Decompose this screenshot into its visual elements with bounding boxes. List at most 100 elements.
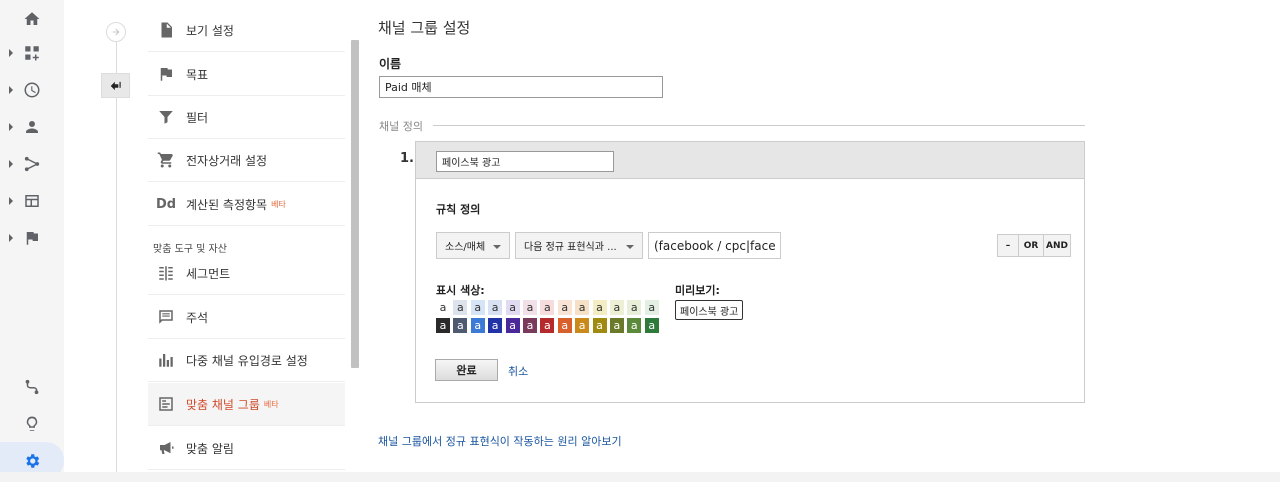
menu-item-calculated-metrics[interactable]: Dd 계산된 측정항목 베타 — [148, 183, 345, 226]
light-color-swatch[interactable]: a — [436, 300, 450, 315]
menu-item-custom-channel-groups[interactable]: 맞춤 채널 그룹 베타 — [148, 383, 345, 426]
swatch-row-light: aaaaaaaaaaaaa — [436, 300, 666, 315]
nav-conversions[interactable] — [0, 219, 64, 256]
behavior-icon — [25, 194, 39, 207]
dark-color-swatch[interactable]: a — [488, 318, 503, 333]
route-icon — [25, 379, 39, 394]
dark-color-swatch[interactable]: a — [609, 318, 624, 333]
expand-caret-icon — [9, 196, 13, 205]
dd-icon: Dd — [155, 196, 177, 212]
match-type-dropdown-value: 다음 정규 표현식과 ... — [524, 242, 617, 253]
flag-icon — [160, 68, 172, 81]
rule-button-group: – OR AND — [997, 234, 1071, 257]
menu-item-label: 필터 — [186, 110, 209, 125]
cancel-link[interactable]: 취소 — [508, 363, 528, 379]
expand-caret-icon — [9, 48, 13, 57]
menu-item-segments[interactable]: 세그먼트 — [148, 252, 345, 295]
light-color-swatch[interactable]: a — [453, 300, 468, 315]
dark-color-swatch[interactable]: a — [575, 318, 590, 333]
menu-item-mcf-settings[interactable]: 다중 채널 유입경로 설정 — [148, 339, 345, 382]
menu-item-label: 맞춤 채널 그룹 — [186, 397, 260, 412]
menu-item-label: 주석 — [186, 310, 209, 325]
dashboard-icon — [25, 45, 39, 60]
nav-home[interactable] — [0, 0, 64, 37]
beta-badge: 베타 — [263, 399, 279, 409]
light-color-swatch[interactable]: a — [505, 300, 520, 315]
preview-chip: 페이스북 광고 — [675, 300, 744, 320]
remove-rule-button[interactable]: – — [997, 234, 1019, 257]
light-color-swatch[interactable]: a — [488, 300, 503, 315]
light-color-swatch[interactable]: a — [540, 300, 555, 315]
and-button[interactable]: AND — [1044, 234, 1071, 257]
nav-realtime[interactable] — [0, 71, 64, 108]
page-title: 채널 그룹 설정 — [378, 19, 471, 37]
rule-definition-label: 규칙 정의 — [436, 203, 481, 216]
acquisition-icon — [24, 156, 40, 171]
light-color-swatch[interactable]: a — [609, 300, 624, 315]
dark-color-swatch[interactable]: a — [557, 318, 572, 333]
arrow-right-icon — [112, 28, 120, 36]
back-button[interactable] — [101, 73, 130, 98]
nav-acquisition[interactable] — [0, 145, 64, 182]
nav-behavior[interactable] — [0, 182, 64, 219]
menu-item-label: 목표 — [186, 67, 209, 82]
dark-color-swatch[interactable]: a — [453, 318, 468, 333]
light-color-swatch[interactable]: a — [644, 300, 659, 315]
menu-item-label: 보기 설정 — [186, 23, 234, 38]
channel-number: 1. — [400, 151, 414, 166]
nav-discover[interactable] — [0, 405, 64, 442]
admin-scrollbar[interactable] — [351, 40, 359, 368]
light-color-swatch[interactable]: a — [627, 300, 642, 315]
preview-label: 미리보기: — [675, 284, 720, 297]
channel-definition-label: 채널 정의 — [379, 120, 423, 133]
regex-input[interactable] — [648, 232, 781, 259]
expand-caret-icon — [9, 233, 13, 242]
menu-item-label: 계산된 측정항목 — [186, 197, 268, 212]
menu-item-label: 전자상거래 설정 — [186, 153, 268, 168]
match-type-dropdown[interactable]: 다음 정규 표현식과 ... — [515, 232, 643, 259]
dimension-dropdown[interactable]: 소스/매체 — [436, 232, 510, 259]
light-color-swatch[interactable]: a — [592, 300, 607, 315]
dark-color-swatch[interactable]: a — [470, 318, 485, 333]
nav-audience[interactable] — [0, 108, 64, 145]
document-icon — [161, 22, 172, 38]
done-button[interactable]: 완료 — [435, 359, 498, 381]
cart-icon — [157, 152, 173, 168]
bar-chart-icon — [159, 354, 173, 367]
menu-item-filters[interactable]: 필터 — [148, 96, 345, 139]
divider — [433, 125, 1085, 126]
admin-timeline-line — [116, 40, 117, 472]
menu-item-label: 맞춤 알림 — [186, 441, 234, 456]
regex-help-link[interactable]: 채널 그룹에서 정규 표현식이 작동하는 원리 알아보기 — [378, 433, 622, 449]
display-color-label: 표시 색상: — [436, 284, 485, 297]
light-color-swatch[interactable]: a — [470, 300, 485, 315]
menu-item-goals[interactable]: 목표 — [148, 53, 345, 96]
or-button[interactable]: OR — [1019, 234, 1044, 257]
home-icon — [24, 11, 40, 25]
channel-name-input[interactable] — [436, 151, 614, 172]
nav-rail — [0, 0, 64, 482]
light-color-swatch[interactable]: a — [557, 300, 572, 315]
menu-item-custom-alerts[interactable]: 맞춤 알림 — [148, 427, 345, 470]
filter-icon — [159, 111, 173, 124]
menu-item-view-settings[interactable]: 보기 설정 — [148, 9, 345, 52]
dark-color-swatch[interactable]: a — [540, 318, 555, 333]
dark-color-swatch[interactable]: a — [522, 318, 537, 333]
menu-item-label: 다중 채널 유입경로 설정 — [186, 353, 308, 368]
nav-attribution[interactable] — [0, 368, 64, 405]
dark-color-swatch[interactable]: a — [592, 318, 607, 333]
dark-color-swatch[interactable]: a — [644, 318, 659, 333]
dark-color-swatch[interactable]: a — [436, 318, 450, 333]
dark-color-swatch[interactable]: a — [627, 318, 642, 333]
name-input[interactable] — [379, 76, 663, 98]
nav-customization[interactable] — [0, 34, 64, 71]
beta-badge: 베타 — [271, 199, 286, 209]
annotation-icon — [159, 310, 173, 324]
light-color-swatch[interactable]: a — [575, 300, 590, 315]
light-color-swatch[interactable]: a — [522, 300, 537, 315]
swatch-row-dark: aaaaaaaaaaaaa — [436, 318, 666, 333]
step-indicator — [106, 22, 126, 42]
dark-color-swatch[interactable]: a — [505, 318, 520, 333]
menu-item-ecommerce[interactable]: 전자상거래 설정 — [148, 139, 345, 182]
menu-item-annotations[interactable]: 주석 — [148, 296, 345, 339]
